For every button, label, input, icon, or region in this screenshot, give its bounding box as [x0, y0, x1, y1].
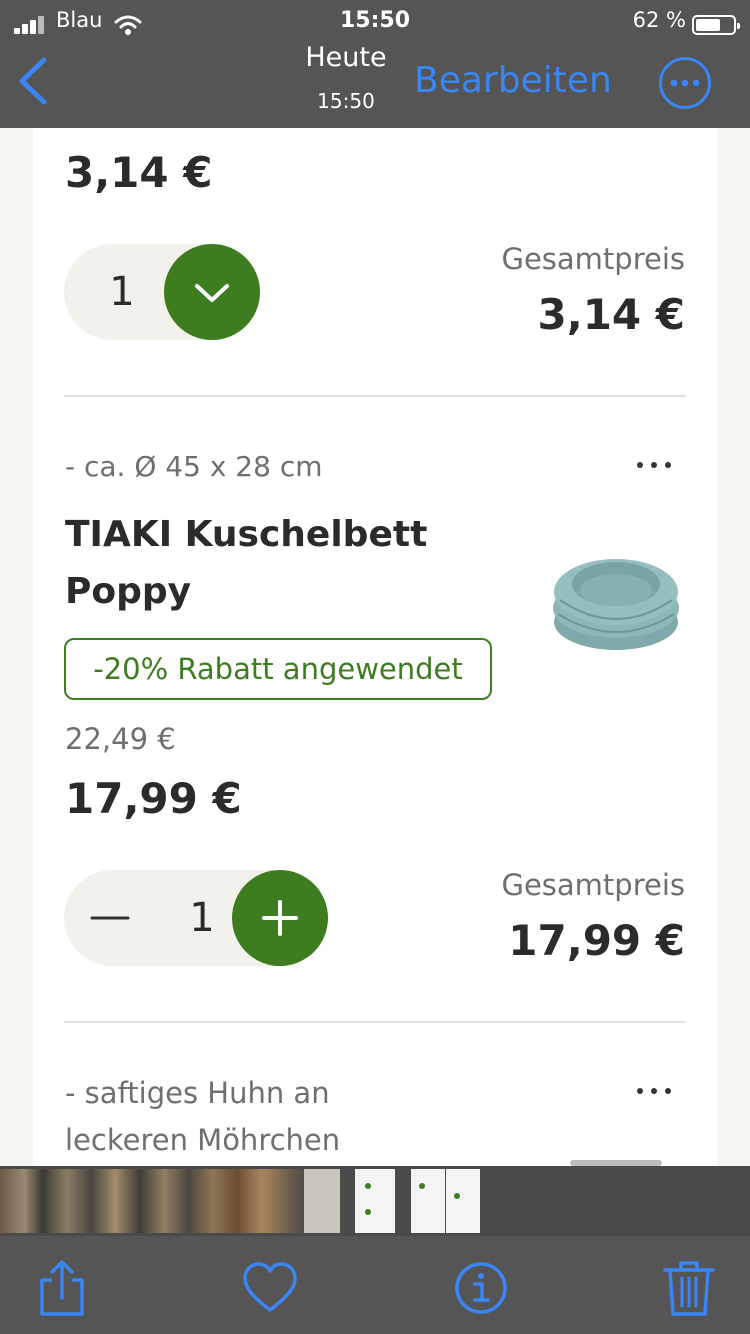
- item2-name-line2[interactable]: Poppy: [65, 571, 191, 612]
- item2-increase-button[interactable]: [232, 870, 328, 966]
- photo-thumbnail[interactable]: [304, 1169, 340, 1233]
- trash-icon[interactable]: [661, 1258, 717, 1318]
- item2-name-line1[interactable]: TIAKI Kuschelbett: [65, 514, 427, 555]
- divider: [64, 1021, 686, 1023]
- photo-filmstrip[interactable]: [0, 1166, 750, 1236]
- item2-total: 17,99 €: [508, 916, 685, 965]
- photo-thumbnails[interactable]: [0, 1169, 304, 1233]
- battery-icon: [692, 15, 740, 35]
- item2-more-icon[interactable]: [634, 458, 674, 470]
- top-bar: Blau 15:50 62 % Heute 15:50 Bearbeiten: [0, 0, 750, 128]
- share-icon[interactable]: [34, 1258, 90, 1318]
- item1-dropdown-button[interactable]: [164, 244, 260, 340]
- photo-thumbnail[interactable]: [446, 1169, 480, 1233]
- divider: [64, 395, 686, 397]
- item2-total-label: Gesamtpreis: [501, 868, 685, 902]
- bottom-toolbar: [0, 1236, 750, 1334]
- item3-detail-line1: - saftiges Huhn an: [65, 1076, 330, 1110]
- discount-badge: -20% Rabatt angewendet: [64, 638, 492, 700]
- photo-thumbnail-current[interactable]: [355, 1169, 395, 1233]
- item1-quantity-stepper[interactable]: 1: [64, 244, 260, 340]
- photo-thumbnail[interactable]: [411, 1169, 445, 1233]
- screenshot-content: 3,14 € 1 Gesamtpreis 3,14 € - ca. Ø 45 x…: [0, 128, 750, 1166]
- item1-quantity: 1: [109, 269, 135, 315]
- item2-quantity-stepper[interactable]: 1: [64, 870, 328, 966]
- info-icon[interactable]: [453, 1258, 509, 1318]
- item3-detail-line2: leckeren Möhrchen: [65, 1123, 341, 1157]
- item2-old-price: 22,49 €: [65, 722, 176, 756]
- item3-more-icon[interactable]: [634, 1084, 674, 1096]
- item1-price: 3,14 €: [65, 148, 213, 197]
- cart-card: 3,14 € 1 Gesamtpreis 3,14 € - ca. Ø 45 x…: [33, 128, 717, 1166]
- minus-icon[interactable]: [88, 898, 132, 938]
- item2-price: 17,99 €: [65, 774, 242, 823]
- product-image-pet-bed[interactable]: [550, 538, 682, 656]
- item2-detail: - ca. Ø 45 x 28 cm: [65, 450, 323, 483]
- edit-button[interactable]: Bearbeiten: [414, 60, 612, 101]
- status-bar: Blau 15:50 62 %: [0, 6, 750, 36]
- chevron-down-icon: [195, 284, 229, 302]
- item2-quantity: 1: [189, 895, 215, 941]
- heart-icon[interactable]: [242, 1258, 298, 1318]
- item1-total: 3,14 €: [537, 290, 685, 339]
- ellipsis-circle-icon[interactable]: [658, 56, 712, 110]
- battery-percent: 62 %: [632, 8, 686, 32]
- item1-total-label: Gesamtpreis: [501, 242, 685, 276]
- plus-icon: [262, 900, 298, 936]
